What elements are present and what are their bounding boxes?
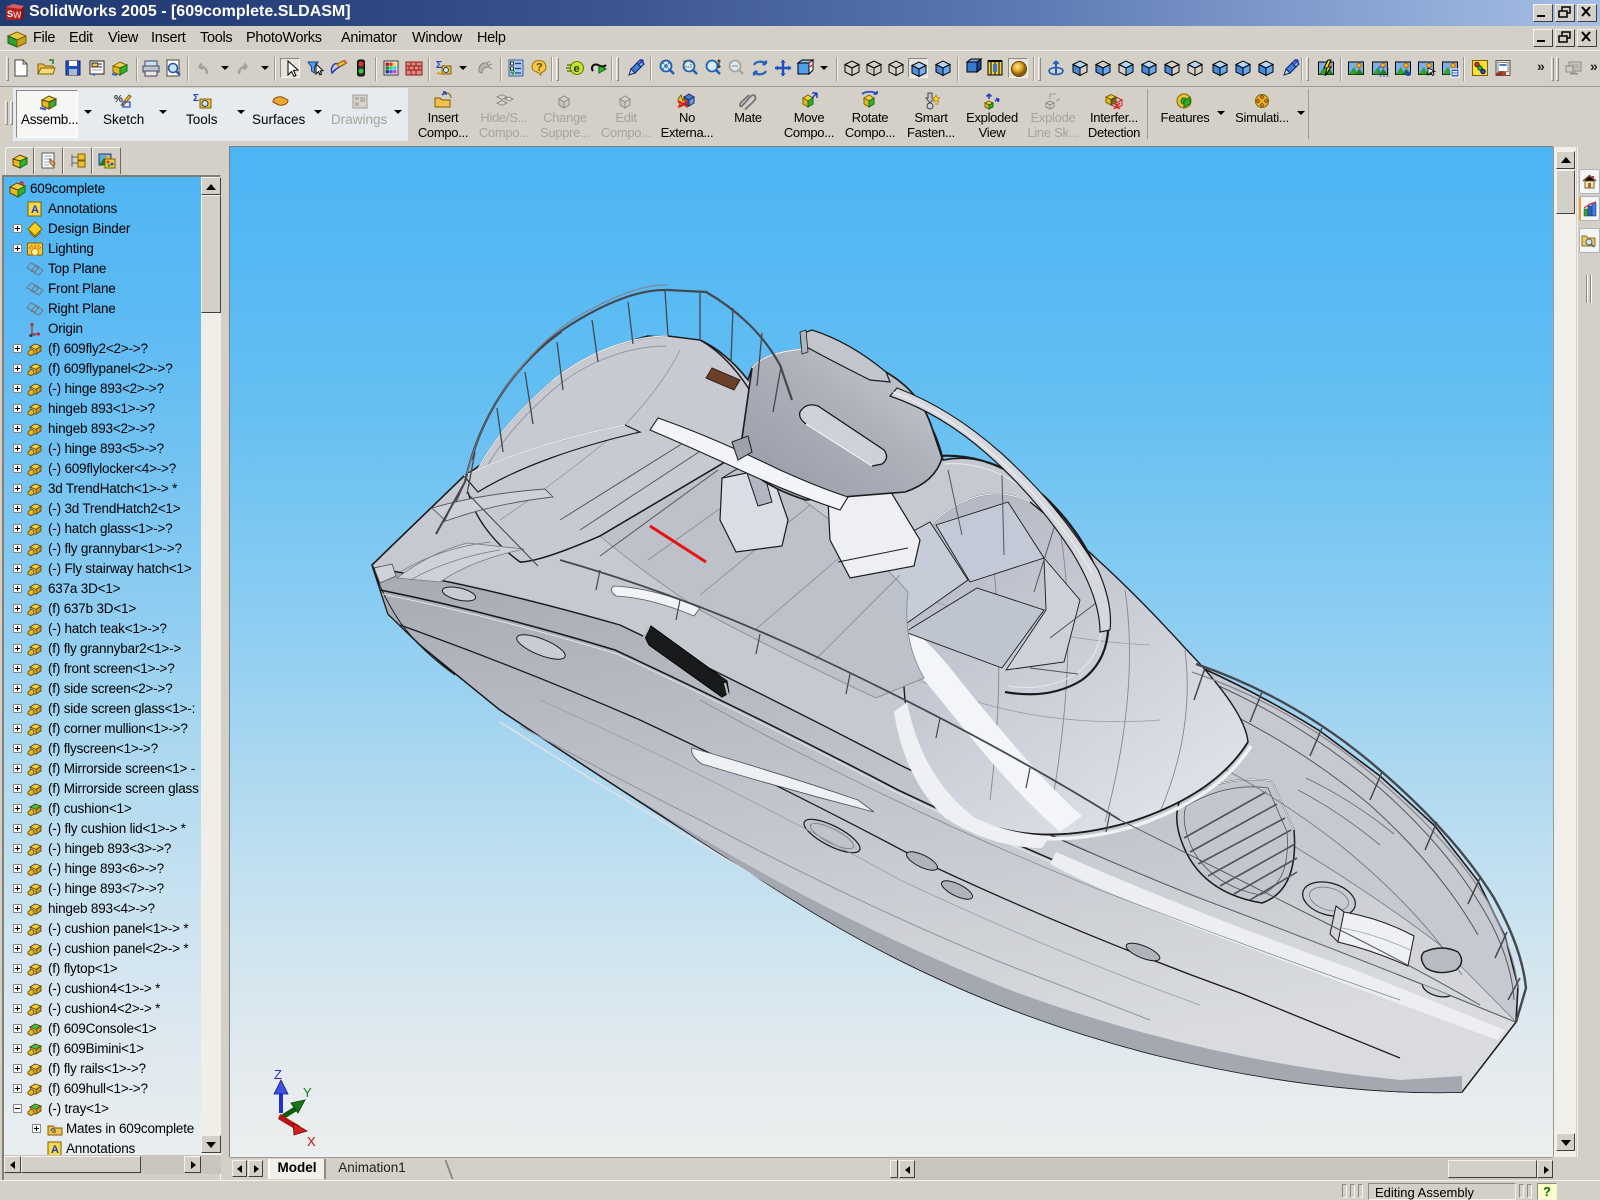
- svg-text:Σ: Σ: [436, 60, 442, 71]
- svg-text:?: ?: [536, 62, 543, 74]
- svg-text:A: A: [31, 204, 39, 216]
- svg-text:Y: Y: [303, 1085, 312, 1100]
- svg-text:X: X: [307, 1134, 316, 1149]
- svg-text:e: e: [574, 63, 580, 75]
- svg-text:Σ: Σ: [193, 93, 199, 104]
- svg-text:A: A: [51, 1144, 59, 1155]
- svg-text:Z: Z: [274, 1067, 282, 1082]
- svg-text:%: %: [114, 94, 123, 105]
- svg-text:W: W: [13, 10, 22, 20]
